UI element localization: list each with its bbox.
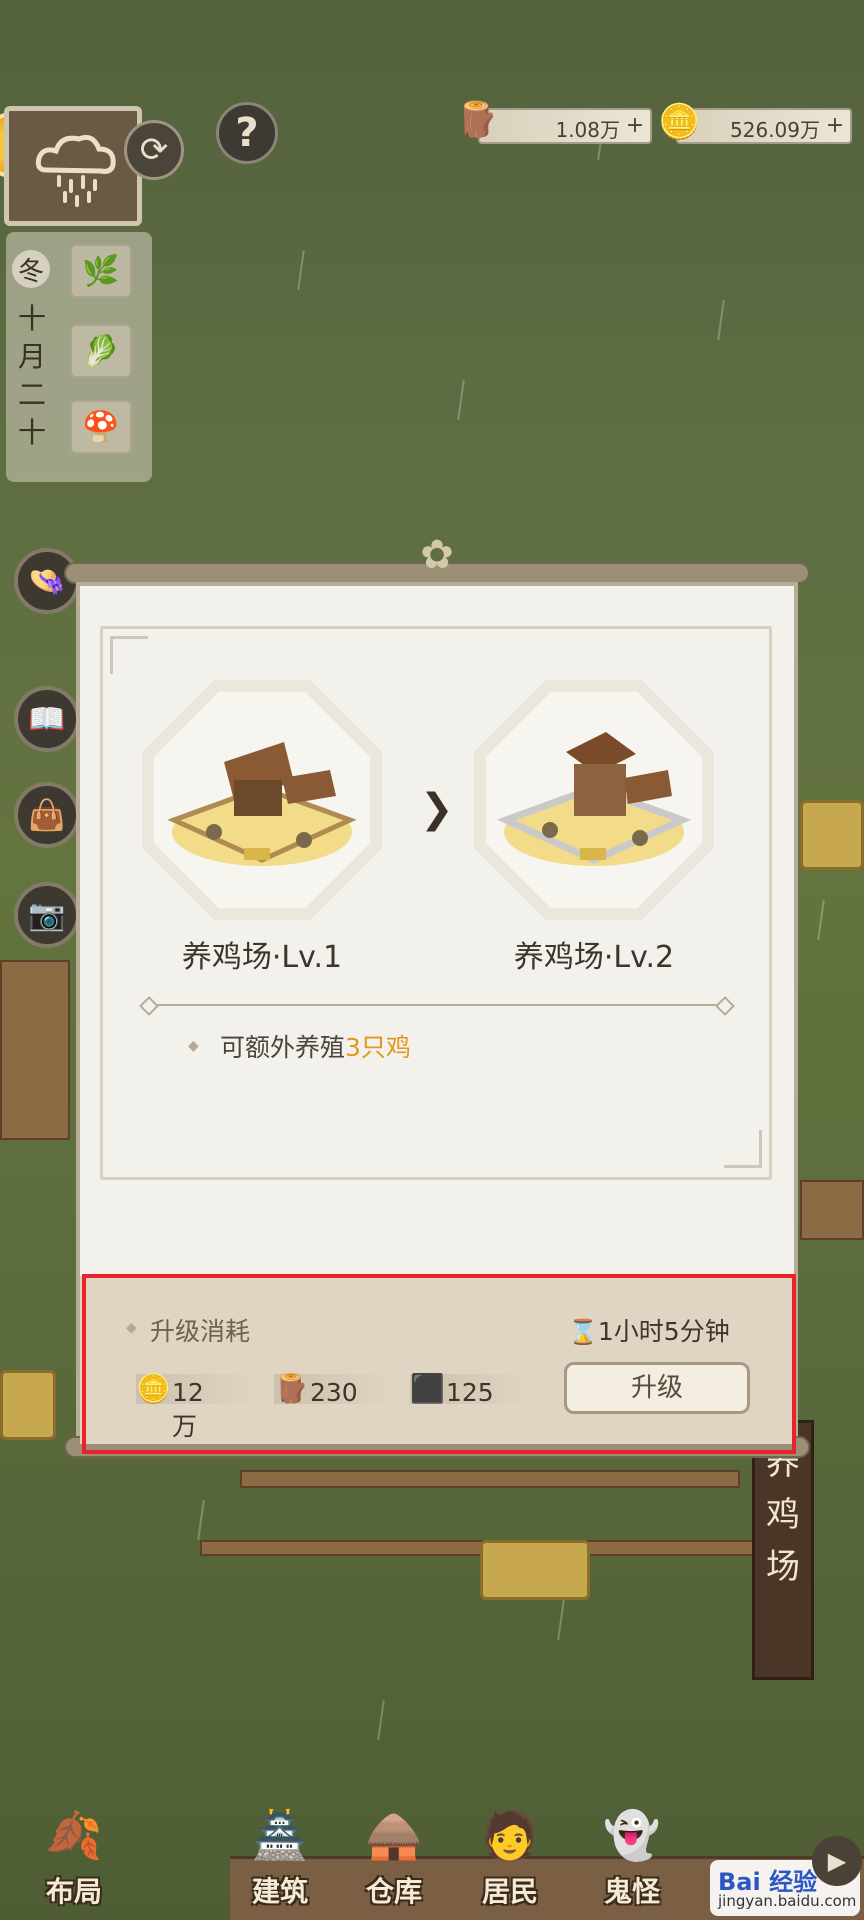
nav-ghosts[interactable]: 👻 鬼怪 [582,1808,682,1918]
fence [240,1470,740,1488]
next-building-frame [474,680,714,920]
layout-icon: 🍂 [45,1808,103,1862]
warehouse-icon: 🛖 [365,1808,423,1862]
bullet-icon: ◆ [188,1038,199,1054]
hay-bale [480,1540,590,1600]
crop-cabbage-icon[interactable]: 🥬 [70,324,132,378]
fence [0,960,70,1140]
fence [800,1180,864,1240]
add-wood-button[interactable]: + [624,115,646,137]
crop-mushroom-icon[interactable]: 🍄 [70,400,132,454]
help-button[interactable]: ? [216,102,278,164]
current-building-name: 养鸡场·Lv.1 [181,940,343,975]
weather-panel[interactable] [4,106,142,226]
divider [148,1004,726,1006]
nav-next-button[interactable]: ▶ [812,1836,862,1886]
next-building-name: 养鸡场·Lv.2 [513,940,675,975]
refresh-icon: ⟳ [139,130,169,170]
nav-warehouse[interactable]: 🛖 仓库 [344,1808,444,1918]
chicken-coop-lv1-image [167,742,357,866]
current-building-frame [142,680,382,920]
wood-amount: 1.08万 [555,118,620,142]
coin-resource: 526.09万 + [676,108,852,144]
hay-bale [800,800,864,870]
book-button[interactable]: 📖 [14,686,80,752]
add-coin-button[interactable]: + [824,115,846,137]
copper-coin-icon: 🪙 [658,102,701,142]
annotation-highlight-box [82,1274,796,1454]
villager-icon: 👒 [28,563,66,599]
bag-icon: 👜 [28,797,66,833]
season-label: 冬 [12,250,50,288]
building-icon: 🏯 [251,1808,309,1862]
frame-corner-ornament [724,1130,762,1168]
question-icon: ? [235,110,259,156]
ribbon-knot-icon: ✿ [420,532,454,578]
nav-layout[interactable]: 🍂 布局 [24,1808,124,1918]
upgrade-benefit: 可额外养殖3只鸡 [220,1033,411,1062]
wood-log-icon: 🪵 [456,100,499,140]
nav-building[interactable]: 🏯 建筑 [230,1808,330,1918]
hay-bale [0,1370,56,1440]
frame-corner-ornament [110,636,148,674]
ghost-icon: 👻 [603,1808,661,1862]
benefit-highlight: 3只鸡 [345,1033,411,1062]
bag-button[interactable]: 👜 [14,782,80,848]
coin-amount: 526.09万 [730,118,820,142]
nav-residents[interactable]: 🧑 居民 [460,1808,560,1918]
wood-resource: 1.08万 + [478,108,652,144]
crop-scallion-icon[interactable]: 🌿 [70,244,132,298]
refresh-button[interactable]: ⟳ [124,120,184,180]
camera-button[interactable]: 📷 [14,882,80,948]
residents-icon: 🧑 [481,1808,539,1862]
chicken-coop-lv2-image [496,732,692,866]
chevron-right-icon: ▶ [827,1847,847,1875]
book-icon: 📖 [28,701,66,737]
upgrade-arrow-icon: ❯ [420,786,454,832]
camera-icon: 📷 [28,897,66,933]
rain-cloud-icon [35,134,116,207]
building-name-sign: 养 鸡 场 [752,1420,814,1680]
lunar-date: 十 月 二 十 [17,302,46,449]
